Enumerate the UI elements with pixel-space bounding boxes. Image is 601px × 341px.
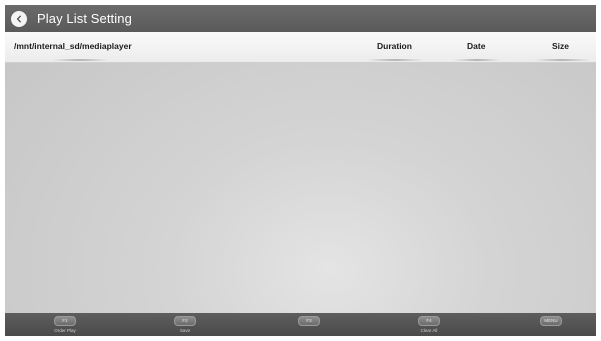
- column-header-path[interactable]: /mnt/internal_sd/mediaplayer: [14, 41, 132, 51]
- f4-label: Clear All: [420, 328, 438, 333]
- chevron-left-icon: [16, 15, 21, 22]
- f2-save-button[interactable]: F2 Save: [168, 316, 202, 333]
- function-key-bar: F1 Order Play F2 Save F3 F4 Clear All ME…: [5, 313, 596, 336]
- f2-label: Save: [179, 328, 191, 333]
- column-divider: [50, 59, 110, 61]
- menu-key: MENU: [540, 316, 562, 326]
- back-button[interactable]: [11, 10, 27, 27]
- column-header-duration[interactable]: Duration: [377, 41, 412, 51]
- table-header: /mnt/internal_sd/mediaplayer Duration Da…: [5, 32, 596, 63]
- app-window: Play List Setting /mnt/internal_sd/media…: [5, 5, 596, 336]
- f4-key: F4: [418, 316, 440, 326]
- menu-button[interactable]: MENU: [534, 316, 568, 328]
- f2-key: F2: [174, 316, 196, 326]
- f3-key: F3: [298, 316, 320, 326]
- column-divider: [532, 59, 592, 61]
- f3-button[interactable]: F3: [292, 316, 326, 328]
- playlist-content-area[interactable]: [5, 63, 596, 313]
- f1-label: Order Play: [54, 328, 76, 333]
- f4-clear-all-button[interactable]: F4 Clear All: [412, 316, 446, 333]
- f1-order-play-button[interactable]: F1 Order Play: [48, 316, 82, 333]
- column-header-date[interactable]: Date: [467, 41, 485, 51]
- column-divider: [365, 59, 425, 61]
- f1-key: F1: [54, 316, 76, 326]
- title-bar: Play List Setting: [5, 5, 596, 32]
- page-title: Play List Setting: [37, 11, 132, 26]
- column-header-size[interactable]: Size: [552, 41, 569, 51]
- column-divider: [452, 59, 502, 61]
